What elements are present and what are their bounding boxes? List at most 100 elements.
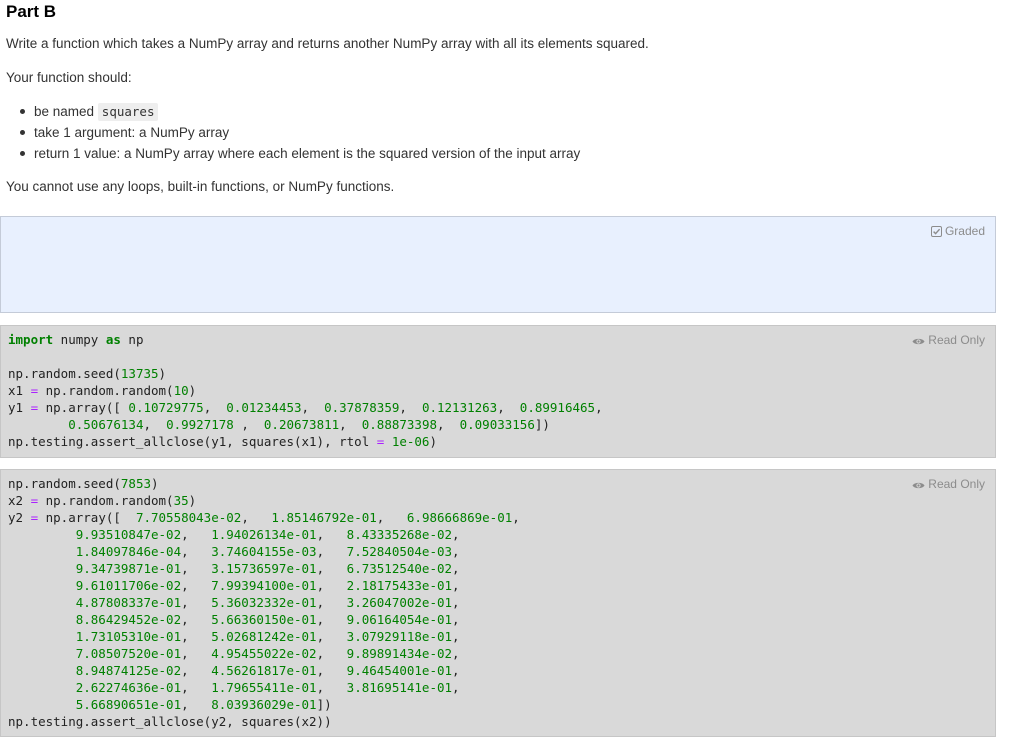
eye-icon	[912, 482, 925, 489]
code-token: 7.52840504e-03	[346, 544, 453, 559]
code-token: 7.70558043e-02	[135, 510, 242, 525]
readonly-code-cell-2[interactable]: Read Only np.random.seed(7853) x2 = np.r…	[0, 469, 996, 737]
code-line: 5.66890651e-01, 8.03936029e-01])	[8, 697, 332, 712]
code-line: 8.94874125e-02, 4.56261817e-01, 9.464540…	[8, 663, 460, 678]
code-token: ,	[181, 595, 212, 610]
code-token: 9.89891434e-02	[346, 646, 453, 661]
bullet-icon	[20, 109, 25, 114]
requirement-text: return 1 value: a NumPy array where each…	[34, 146, 581, 161]
code-token: =	[30, 383, 39, 398]
code-token: 1.79655411e-01	[211, 680, 317, 695]
code-line: np.random.seed(7853)	[8, 476, 159, 491]
code-token: 5.36032332e-01	[211, 595, 317, 610]
code-block: np.random.seed(7853) x2 = np.random.rand…	[8, 475, 520, 730]
code-token: np.array([	[38, 510, 136, 525]
code-token: x2	[8, 493, 31, 508]
code-token: 0.9927178	[166, 417, 234, 432]
code-token: 4.95455022e-02	[211, 646, 317, 661]
code-token: 1.85146792e-01	[271, 510, 377, 525]
bullet-icon	[20, 151, 25, 156]
code-token: ,	[452, 612, 460, 627]
code-token: 9.34739871e-01	[75, 561, 182, 576]
code-token: ,	[399, 400, 422, 415]
code-token: ,	[316, 544, 347, 559]
code-line: 1.84097846e-04, 3.74604155e-03, 7.528405…	[8, 544, 460, 559]
inline-code-function-name: squares	[97, 103, 159, 121]
readonly-badge-label: Read Only	[928, 333, 985, 347]
code-token: 8.43335268e-02	[346, 527, 453, 542]
code-token: ,	[181, 663, 212, 678]
intro-text: Write a function which takes a NumPy arr…	[6, 36, 649, 51]
code-token: ,	[181, 578, 212, 593]
code-token: )	[188, 383, 197, 398]
code-token: ,	[316, 595, 347, 610]
code-token: )	[429, 434, 437, 449]
code-token: np.random.random(	[38, 493, 174, 508]
code-token: 0.37878359	[324, 400, 400, 415]
code-token: 9.06164054e-01	[346, 612, 453, 627]
code-token: 3.15736597e-01	[211, 561, 317, 576]
requirement-item: be named squares	[6, 101, 580, 122]
code-token: 8.94874125e-02	[75, 663, 182, 678]
code-token: ,	[181, 697, 212, 712]
code-token: y2	[8, 510, 31, 525]
code-token: np.testing.assert_allclose(y2, squares(x…	[8, 714, 332, 729]
code-token: 0.50676134	[68, 417, 144, 432]
code-token: 1.94026134e-01	[211, 527, 317, 542]
code-token: 0.89916465	[519, 400, 596, 415]
code-token: np.random.random(	[38, 383, 174, 398]
code-token: ,	[316, 680, 347, 695]
code-token: ,	[452, 646, 460, 661]
code-token: 4.87808337e-01	[75, 595, 182, 610]
code-line: 1.73105310e-01, 5.02681242e-01, 3.079291…	[8, 629, 460, 644]
code-token: ,	[452, 544, 460, 559]
code-line: np.testing.assert_allclose(y2, squares(x…	[8, 714, 332, 729]
code-token: 0.88873398	[361, 417, 438, 432]
code-line: np.testing.assert_allclose(y1, squares(x…	[8, 434, 437, 449]
code-token: =	[30, 510, 39, 525]
code-token: ,	[595, 400, 603, 415]
bullet-icon	[20, 130, 25, 135]
readonly-code-cell-1[interactable]: Read Only import numpy as np np.random.s…	[0, 325, 996, 458]
code-token: 1.84097846e-04	[75, 544, 182, 559]
graded-code-cell[interactable]: Graded	[0, 216, 996, 313]
code-token: ,	[233, 417, 264, 432]
code-token: ,	[316, 646, 347, 661]
code-token: 0.09033156	[459, 417, 535, 432]
code-token: 13735	[120, 366, 159, 381]
code-token: 4.56261817e-01	[211, 663, 317, 678]
code-token: ,	[181, 646, 212, 661]
code-token: ,	[181, 680, 212, 695]
code-token: as	[105, 332, 121, 347]
code-token: ,	[452, 595, 460, 610]
code-token: =	[30, 400, 39, 415]
code-token: ,	[301, 400, 325, 415]
code-token: 9.93510847e-02	[75, 527, 182, 542]
code-block: import numpy as np np.random.seed(13735)…	[8, 331, 603, 450]
code-token: ,	[452, 629, 460, 644]
code-token: ,	[452, 663, 460, 678]
code-line: y1 = np.array([ 0.10729775, 0.01234453, …	[8, 400, 603, 415]
graded-badge-label: Graded	[944, 224, 985, 238]
code-token: ,	[181, 527, 212, 542]
code-token: 5.02681242e-01	[211, 629, 317, 644]
code-token: 7853	[120, 476, 151, 491]
code-line: 4.87808337e-01, 5.36032332e-01, 3.260470…	[8, 595, 460, 610]
code-token: 6.98666869e-01	[406, 510, 513, 525]
code-token: ,	[316, 612, 347, 627]
code-line: x2 = np.random.random(35)	[8, 493, 196, 508]
code-token: 0.12131263	[421, 400, 498, 415]
code-token: ,	[143, 417, 167, 432]
code-token: ,	[241, 510, 272, 525]
code-token: 7.99394100e-01	[211, 578, 317, 593]
code-token: numpy	[53, 332, 106, 347]
graded-badge: Graded	[930, 224, 985, 238]
code-line: 8.86429452e-02, 5.66360150e-01, 9.061640…	[8, 612, 460, 627]
code-token: ,	[203, 400, 227, 415]
